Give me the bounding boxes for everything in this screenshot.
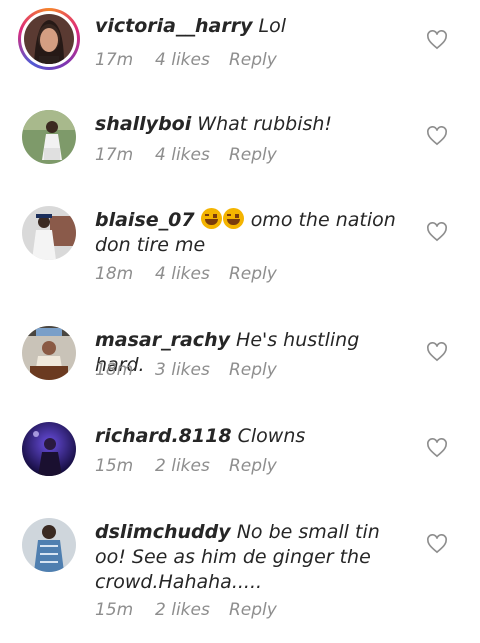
avatar[interactable] <box>22 422 76 476</box>
comment-body: What rubbish! <box>197 113 333 135</box>
reply-button[interactable]: Reply <box>229 145 277 165</box>
heart-outline-icon[interactable] <box>426 222 448 242</box>
comment-username[interactable]: richard.8118 <box>95 425 232 447</box>
reply-button[interactable]: Reply <box>229 264 277 284</box>
comment-username[interactable]: dslimchuddy <box>95 521 231 543</box>
grinning-face-with-sweat-emoji <box>200 208 222 229</box>
heart-outline-icon[interactable] <box>426 30 448 50</box>
comment-time: 17m <box>95 50 134 70</box>
comment-likes[interactable]: 4 likes <box>155 145 210 165</box>
comment-likes[interactable]: 2 likes <box>155 600 210 620</box>
reply-button[interactable]: Reply <box>229 360 277 380</box>
comment-text: dslimchuddy No be small tin oo! See as h… <box>95 520 405 595</box>
comment-username[interactable]: blaise_07 <box>95 209 195 231</box>
comment-text: richard.8118 Clowns <box>95 424 405 449</box>
comment-time: 18m <box>95 360 134 380</box>
comment-likes[interactable]: 3 likes <box>155 360 210 380</box>
heart-outline-icon[interactable] <box>426 342 448 362</box>
reply-button[interactable]: Reply <box>229 600 277 620</box>
heart-outline-icon[interactable] <box>426 126 448 146</box>
comment-time: 18m <box>95 264 134 284</box>
avatar[interactable] <box>22 206 76 260</box>
avatar[interactable] <box>22 326 76 380</box>
avatar[interactable] <box>22 518 76 572</box>
reply-button[interactable]: Reply <box>229 456 277 476</box>
comment-time: 15m <box>95 456 134 476</box>
comment-username[interactable]: masar_rachy <box>95 329 230 351</box>
comment-username[interactable]: victoria__harry <box>95 15 252 37</box>
comment-text: shallyboi What rubbish! <box>95 112 405 137</box>
comment-likes[interactable]: 4 likes <box>155 264 210 284</box>
comment-likes[interactable]: 4 likes <box>155 50 210 70</box>
comment-likes[interactable]: 2 likes <box>155 456 210 476</box>
comment-body: Clowns <box>237 425 306 447</box>
grinning-face-with-sweat-emoji <box>222 208 244 229</box>
comment-time: 17m <box>95 145 134 165</box>
comment-text: victoria__harry Lol <box>95 14 405 39</box>
comment-username[interactable]: shallyboi <box>95 113 191 135</box>
heart-outline-icon[interactable] <box>426 438 448 458</box>
reply-button[interactable]: Reply <box>229 50 277 70</box>
comment-body: Lol <box>258 15 287 37</box>
comment-text: blaise_07 omo the nation don tire me <box>95 208 405 258</box>
avatar[interactable] <box>22 110 76 164</box>
heart-outline-icon[interactable] <box>426 534 448 554</box>
comment-time: 15m <box>95 600 134 620</box>
avatar[interactable] <box>18 8 80 70</box>
